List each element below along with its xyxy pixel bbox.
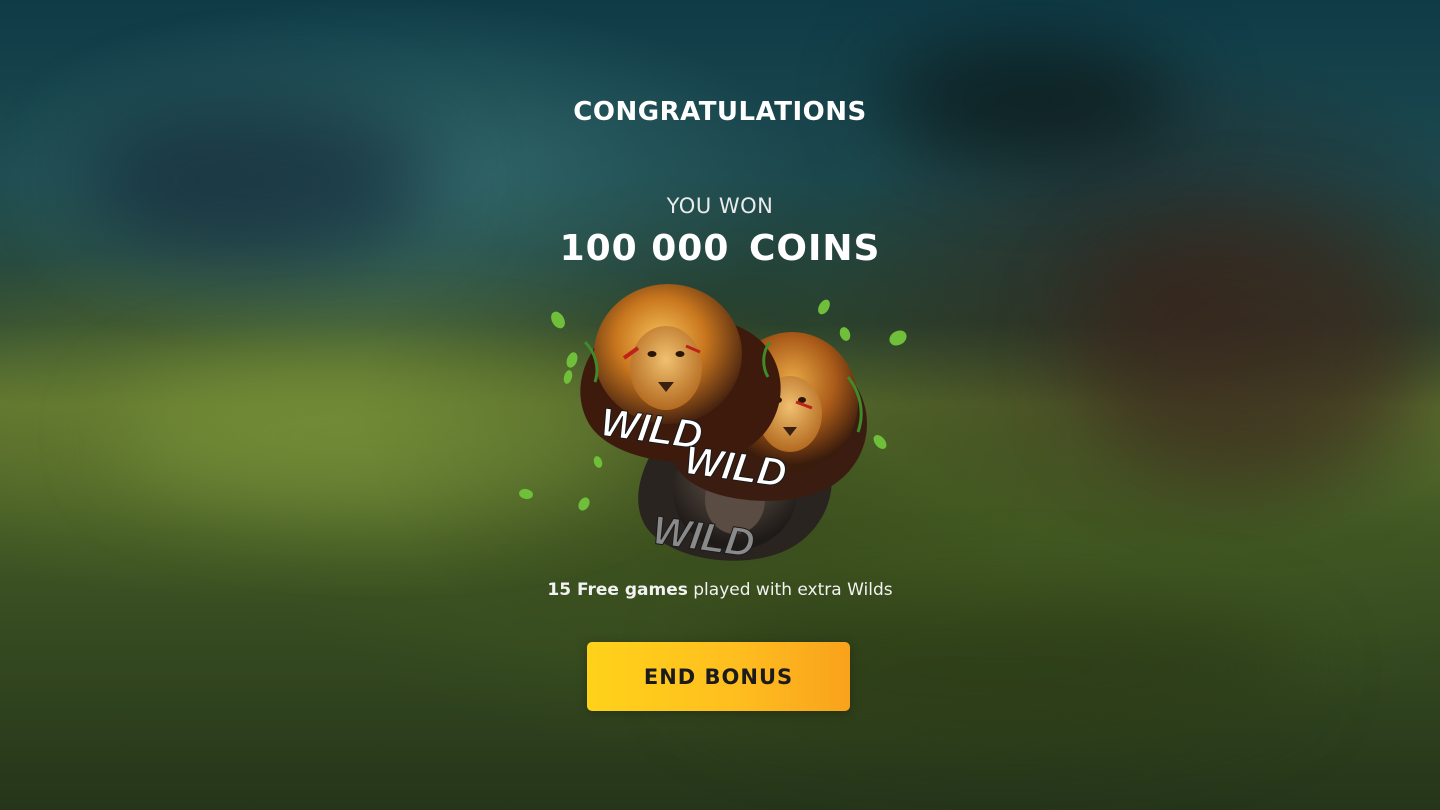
bonus-result-panel: CONGRATULATIONS YOU WON 100 000 COINS WI… bbox=[0, 0, 1440, 810]
free-games-description: played with extra Wilds bbox=[687, 580, 893, 600]
you-won-label: YOU WON bbox=[666, 194, 774, 218]
congratulations-title: CONGRATULATIONS bbox=[573, 97, 867, 127]
free-games-info: 15 Free games played with extra Wilds bbox=[0, 580, 1440, 600]
free-games-count: 15 Free games bbox=[547, 580, 688, 600]
win-amount-unit: COINS bbox=[748, 228, 881, 269]
win-amount: 100 000 COINS bbox=[0, 228, 1440, 269]
win-amount-value: 100 000 bbox=[559, 228, 730, 269]
end-bonus-button[interactable]: END BONUS bbox=[587, 642, 850, 711]
wild-lions-emblem: WILD WILD WILD bbox=[519, 284, 907, 567]
